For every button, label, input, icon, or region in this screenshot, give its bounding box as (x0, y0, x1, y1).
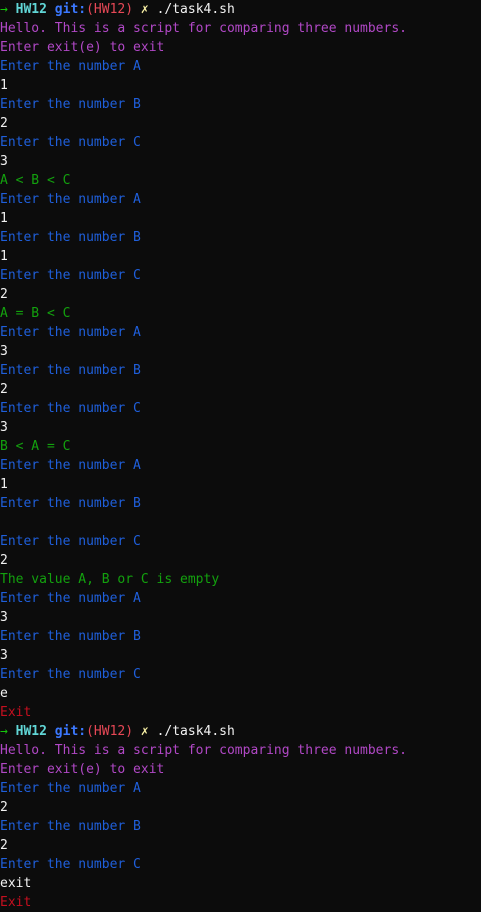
output-line: 1 (0, 78, 8, 93)
output-line: 2 (0, 287, 8, 302)
output-line: Enter the number A (0, 591, 141, 606)
output-line: Enter the number B (0, 629, 141, 644)
output-line: B < A = C (0, 439, 71, 454)
shell-prompt-line: → HW12 git:(HW12) ✗ ./task4.sh (0, 722, 481, 741)
output-line: Enter the number B (0, 819, 141, 834)
output-line: The value A, B or C is empty (0, 572, 220, 587)
prompt-directory: HW12 (15, 2, 47, 17)
shell-prompt-line: → HW12 git:(HW12) ✗ ./task4.sh (0, 0, 481, 19)
output-line: Enter the number A (0, 458, 141, 473)
prompt-git-branch: (HW12) (86, 724, 134, 739)
output-line: Enter the number A (0, 325, 141, 340)
output-line: 2 (0, 800, 8, 815)
output-line: Enter the number A (0, 59, 141, 74)
output-line: A = B < C (0, 306, 71, 321)
output-line: Enter the number C (0, 268, 141, 283)
output-line: Enter the number B (0, 496, 141, 511)
prompt-arrow-icon: → (0, 2, 8, 17)
terminal-window[interactable]: → HW12 git:(HW12) ✗ ./task4.sh Hello. Thi… (0, 0, 481, 912)
output-line: 2 (0, 838, 8, 853)
output-line: 1 (0, 477, 8, 492)
output-line: 2 (0, 553, 8, 568)
output-line: Hello. This is a script for comparing th… (0, 21, 407, 36)
prompt-git-label: git: (54, 2, 87, 17)
output-line: 3 (0, 344, 8, 359)
output-line: Enter the number B (0, 363, 141, 378)
output-line: 1 (0, 249, 8, 264)
output-line: Enter the number A (0, 192, 141, 207)
prompt-dirty-icon: ✗ (140, 724, 149, 739)
output-line: Enter exit(e) to exit (0, 40, 165, 55)
output-line: Enter the number C (0, 534, 141, 549)
output-line: Enter exit(e) to exit (0, 762, 165, 777)
output-line: Enter the number C (0, 857, 141, 872)
output-line: e (0, 686, 8, 701)
prompt-arrow-icon: → (0, 724, 8, 739)
output-line: exit (0, 876, 32, 891)
output-line: A < B < C (0, 173, 71, 188)
prompt-directory: HW12 (15, 724, 47, 739)
prompt-dirty-icon: ✗ (140, 2, 149, 17)
output-line: 3 (0, 154, 8, 169)
output-line: Enter the number A (0, 781, 141, 796)
output-line: Enter the number B (0, 97, 141, 112)
output-line: 1 (0, 211, 8, 226)
output-line: 2 (0, 382, 8, 397)
prompt-command: ./task4.sh (156, 2, 235, 17)
prompt-command: ./task4.sh (156, 724, 235, 739)
output-line: 3 (0, 610, 8, 625)
prompt-git-branch: (HW12) (86, 2, 134, 17)
output-line: Enter the number C (0, 667, 141, 682)
output-line: Enter the number B (0, 230, 141, 245)
output-line: 3 (0, 420, 8, 435)
output-line: Exit (0, 705, 32, 720)
output-line: 3 (0, 648, 8, 663)
output-line: Enter the number C (0, 135, 141, 150)
output-line: 2 (0, 116, 8, 131)
output-line: Hello. This is a script for comparing th… (0, 743, 407, 758)
output-line: Exit (0, 895, 32, 910)
output-line: Enter the number C (0, 401, 141, 416)
prompt-git-label: git: (54, 724, 87, 739)
